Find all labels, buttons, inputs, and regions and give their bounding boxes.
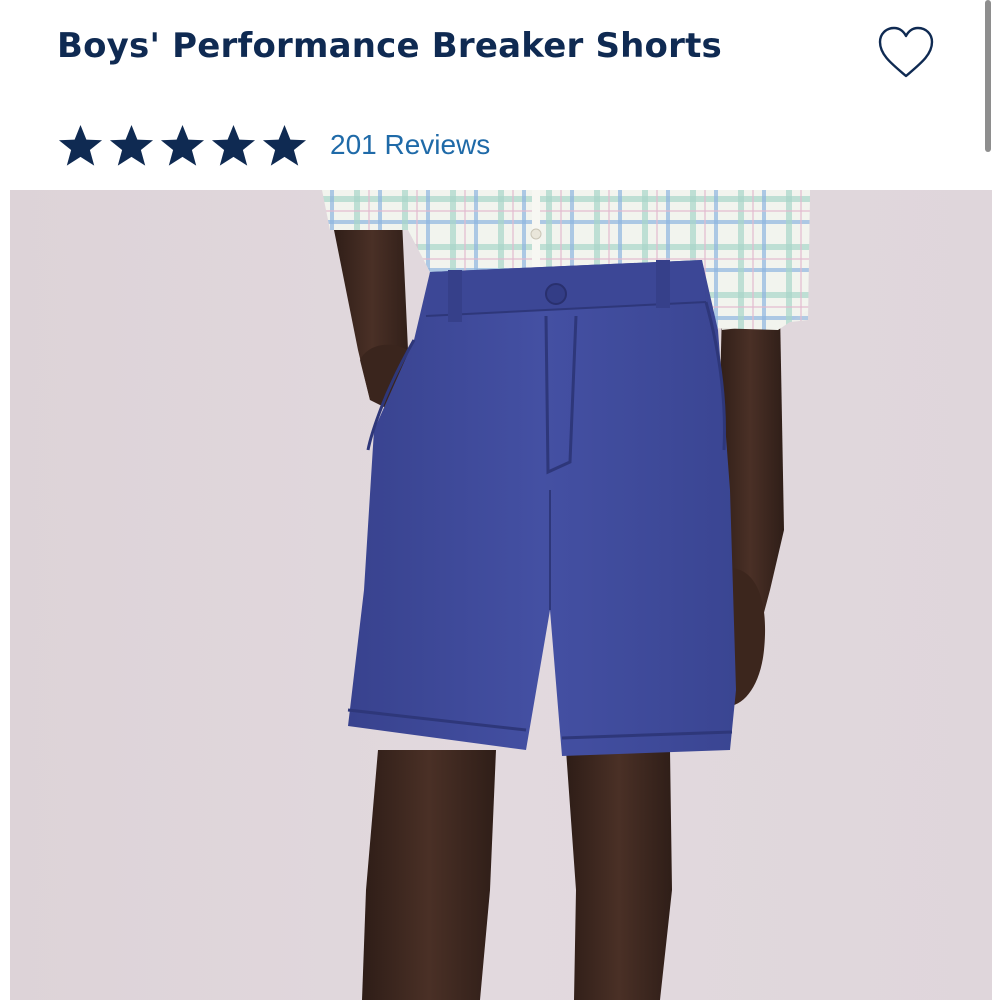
scrollbar[interactable]	[985, 0, 991, 152]
product-header: Boys' Performance Breaker Shorts 201 Rev…	[0, 0, 1000, 190]
star-icon	[109, 124, 154, 166]
star-icon	[160, 124, 205, 166]
product-photo-illustration	[322, 190, 810, 1000]
product-title: Boys' Performance Breaker Shorts	[57, 26, 722, 66]
star-icon	[262, 124, 307, 166]
reviews-link[interactable]: 201 Reviews	[330, 129, 490, 161]
rating-row: 201 Reviews	[57, 120, 490, 170]
star-icon	[58, 124, 103, 166]
heart-outline-icon	[878, 26, 934, 78]
product-image[interactable]	[10, 190, 992, 1000]
star-rating[interactable]	[57, 122, 308, 169]
star-icon	[211, 124, 256, 166]
favorite-button[interactable]	[874, 24, 938, 80]
